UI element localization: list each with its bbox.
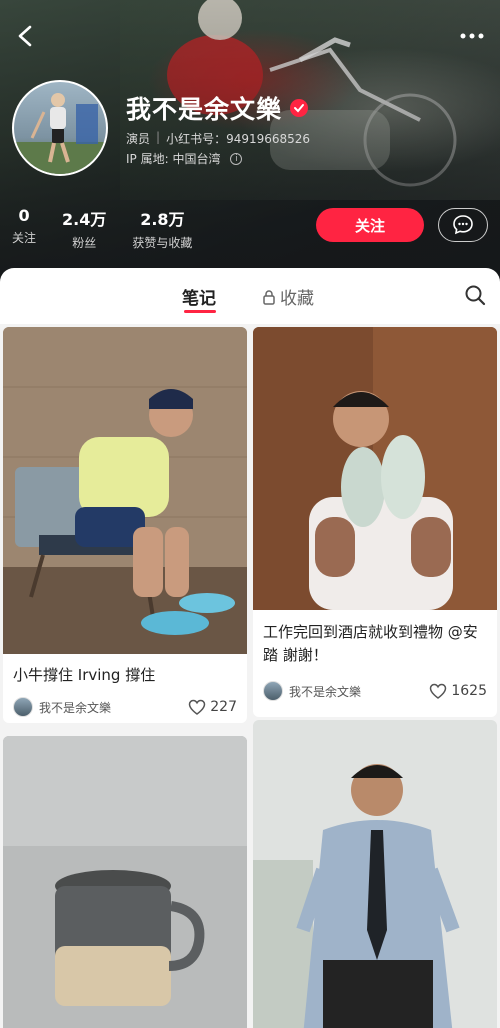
- profile-name-row: 我不是余文樂: [126, 90, 309, 126]
- profile-meta-line: 演员 | 小红书号：94919668526: [126, 130, 310, 147]
- note-footer: 我不是余文樂 1625: [263, 681, 487, 701]
- stat-label: 粉丝: [72, 236, 97, 250]
- cover-illustration: [3, 736, 247, 1028]
- note-cover-image: [3, 736, 247, 1028]
- cover-illustration: [253, 327, 497, 610]
- like-count: 1625: [451, 683, 487, 699]
- more-button[interactable]: [458, 28, 486, 44]
- stat-fans[interactable]: 2.4万 粉丝: [62, 206, 106, 251]
- author-avatar: [13, 697, 33, 717]
- tab-notes[interactable]: 笔记: [182, 284, 216, 309]
- verified-badge-icon: [290, 99, 309, 117]
- back-button[interactable]: [12, 22, 40, 50]
- search-button[interactable]: [464, 284, 486, 306]
- tab-notes-label: 笔记: [182, 289, 216, 309]
- like-button[interactable]: 1625: [429, 683, 487, 699]
- stat-number: 2.8万: [140, 210, 185, 229]
- like-count: 227: [210, 699, 237, 715]
- note-title: 工作完回到酒店就收到禮物 @安踏 謝謝！: [263, 623, 478, 664]
- note-cover-image: [253, 720, 497, 1028]
- stat-likes-collects[interactable]: 2.8万 获赞与收藏: [132, 206, 192, 251]
- avatar-photo: [14, 93, 106, 174]
- author-name: 我不是余文樂: [39, 700, 112, 715]
- note-title: 小牛撐住 Irving 撐住: [13, 666, 156, 684]
- note-footer: 我不是余文樂 227: [13, 697, 237, 717]
- stat-label: 获赞与收藏: [132, 236, 193, 250]
- like-button[interactable]: 227: [188, 699, 237, 715]
- message-icon: [453, 215, 473, 235]
- cover-illustration: [3, 327, 247, 654]
- stat-number: 2.4万: [62, 210, 107, 229]
- profile-avatar[interactable]: [12, 80, 108, 176]
- note-card[interactable]: 工作完回到酒店就收到禮物 @安踏 謝謝！ 我不是余文樂 1625: [253, 327, 497, 717]
- note-cover-image: [3, 327, 247, 654]
- message-button[interactable]: [438, 208, 488, 242]
- follow-button[interactable]: 关注: [316, 208, 424, 242]
- content-panel: 笔记 收藏 小牛撐住 Irving 撐住 我不是余文樂 227 工作完回到酒店就…: [0, 268, 500, 1028]
- search-icon: [465, 285, 486, 306]
- more-dots-icon: [460, 33, 484, 39]
- ip-location-line: IP 属地: 中国台湾 i: [126, 150, 243, 167]
- note-author[interactable]: 我不是余文樂: [13, 697, 111, 717]
- tab-collect[interactable]: 收藏: [262, 284, 314, 309]
- stat-label: 关注: [12, 231, 37, 245]
- note-author[interactable]: 我不是余文樂: [263, 681, 361, 701]
- profile-stats: 0 关注 2.4万 粉丝 2.8万 获赞与收藏: [12, 206, 192, 251]
- info-icon[interactable]: i: [230, 152, 243, 165]
- divider: |: [156, 130, 161, 144]
- tab-collect-label: 收藏: [280, 289, 314, 309]
- note-cover-image: [253, 327, 497, 610]
- note-card[interactable]: 小牛撐住 Irving 撐住 我不是余文樂 227: [3, 327, 247, 723]
- active-tab-indicator: [184, 310, 216, 313]
- cover-illustration: [253, 720, 497, 1028]
- stat-following[interactable]: 0 关注: [12, 206, 36, 251]
- stat-number: 0: [18, 206, 30, 225]
- notes-feed: 小牛撐住 Irving 撐住 我不是余文樂 227 工作完回到酒店就收到禮物 @…: [0, 324, 500, 1028]
- role-label: 演员: [126, 132, 151, 146]
- profile-name: 我不是余文樂: [126, 95, 283, 124]
- profile-tabs: 笔记 收藏: [0, 268, 500, 324]
- author-name: 我不是余文樂: [289, 684, 362, 699]
- author-avatar: [263, 681, 283, 701]
- ip-location: IP 属地: 中国台湾: [126, 152, 221, 166]
- lock-icon: [263, 289, 275, 305]
- heart-icon: [430, 683, 447, 699]
- heart-icon: [189, 699, 206, 715]
- redbook-id: 小红书号：94919668526: [166, 132, 311, 146]
- profile-header: 我不是余文樂 演员 | 小红书号：94919668526 IP 属地: 中国台湾…: [0, 0, 500, 285]
- back-arrow-icon: [18, 25, 32, 47]
- note-card[interactable]: [253, 720, 497, 1028]
- note-card[interactable]: [3, 736, 247, 1028]
